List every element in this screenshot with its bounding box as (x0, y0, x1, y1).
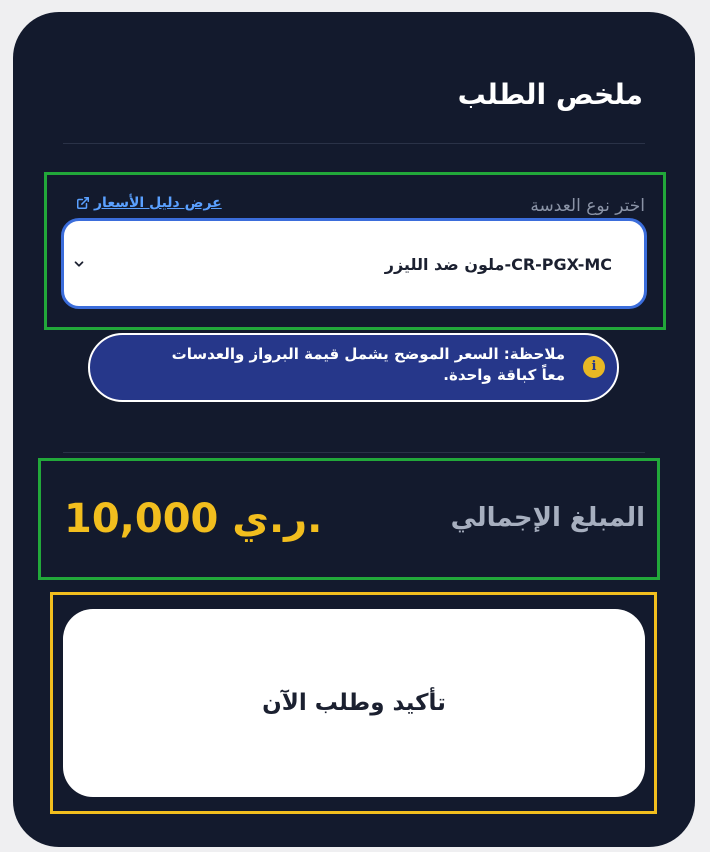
confirm-order-button[interactable]: تأكيد وطلب الآن (63, 609, 645, 797)
total-label: المبلغ الإجمالي (450, 503, 645, 533)
price-guide-link[interactable]: عرض دليل الأسعار (76, 195, 222, 211)
price-note-text: ملاحظة: السعر الموضح يشمل قيمة البرواز و… (171, 345, 565, 384)
selected-lens-value: CR-PGX-MC-ملون ضد الليزر (384, 255, 612, 274)
price-note: ملاحظة: السعر الموضح يشمل قيمة البرواز و… (88, 333, 619, 402)
info-icon: i (583, 356, 605, 378)
lens-type-select[interactable]: CR-PGX-MC-ملون ضد الليزر (61, 218, 647, 309)
order-summary-card: ملخص الطلب اختر نوع العدسة عرض دليل الأس… (13, 12, 695, 847)
external-link-icon (76, 196, 90, 210)
chevron-down-icon (74, 261, 84, 267)
lens-type-label: اختر نوع العدسة (530, 196, 645, 216)
total-divider (63, 452, 645, 453)
title-divider (63, 143, 645, 144)
total-amount: 10,000 ر.ي. (64, 496, 323, 542)
page-title: ملخص الطلب (457, 78, 643, 111)
price-guide-link-label: عرض دليل الأسعار (94, 195, 222, 211)
